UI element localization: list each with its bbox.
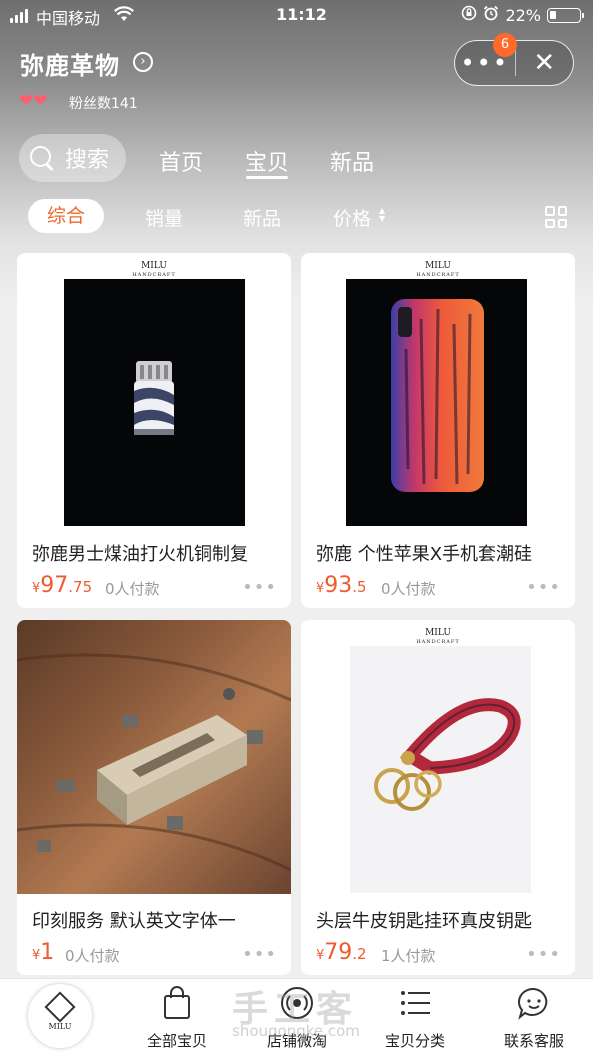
chat-smile-icon [518,987,548,1020]
product-price: ¥93.5 [316,573,367,598]
brand-mark: MILU HANDCRAFT [416,261,460,279]
sold-count: 0人付款 [105,580,160,598]
status-bar: 中国移动 11:12 22% [0,0,593,30]
status-right: 22% [461,5,584,25]
sold-count: 0人付款 [65,947,120,965]
tab-home[interactable]: 首页 [159,145,203,177]
heart-rating-icon: ❤❤ [19,91,48,111]
product-card[interactable]: MILU HANDCRAFT 弥鹿 个性苹果X手机套潮硅 ¥93.5 0人付款 •… [301,253,575,608]
product-card[interactable]: MILU HANDCRAFT 头层牛皮钥匙挂环真皮钥匙 ¥79.2 1人付款 ••… [301,620,575,975]
shop-name[interactable]: 弥鹿革物 [20,46,120,81]
fans-count: 粉丝数141 [69,96,138,112]
more-options-icon[interactable]: ••• [242,577,277,598]
sort-sales[interactable]: 销量 [145,204,183,231]
tab-products[interactable]: 宝贝 [245,145,289,177]
tab-label: 全部宝贝 [146,1032,207,1050]
product-title: 印刻服务 默认英文字体一 [32,911,236,932]
more-options-icon[interactable]: ••• [526,577,561,598]
watermark-url: shougongke.com [232,1022,360,1040]
carrier-label: 中国移动 [36,9,101,28]
signal-icon [10,9,28,23]
active-tab-indicator [246,176,288,179]
product-price: ¥97.75 [32,573,93,598]
battery-percent: 22% [505,5,541,25]
tab-label: 宝贝分类 [384,1032,445,1050]
shop-info-chevron-icon[interactable]: › [133,52,153,72]
search-button[interactable]: 搜索 [19,134,126,182]
product-title: 头层牛皮钥匙挂环真皮钥匙 [316,911,532,932]
status-time: 11:12 [276,5,327,24]
brand-mark: MILU HANDCRAFT [416,628,460,646]
tab-new[interactable]: 新品 [330,145,374,177]
search-icon [29,145,55,171]
product-price: ¥79.2 [316,940,367,965]
product-card[interactable]: MILU HANDCRAFT 弥鹿男士煤油打火机铜制复 ¥97.75 0人付款 •… [17,253,291,608]
battery-level [550,10,556,19]
product-card[interactable]: 印刻服务 默认英文字体一 ¥1 0人付款 ••• [17,620,291,975]
more-options-icon[interactable]: ••• [242,944,277,965]
product-image: MILU HANDCRAFT [301,253,575,527]
list-icon [401,991,430,1015]
logo-text: MILU [48,1022,72,1031]
logo-mark-icon [44,991,76,1023]
sort-new[interactable]: 新品 [243,204,281,231]
product-image: MILU HANDCRAFT [301,620,575,894]
tab-label: 联系客服 [503,1032,564,1050]
alarm-icon [483,5,499,25]
orientation-lock-icon [461,5,477,25]
search-label: 搜索 [65,148,110,173]
product-image: MILU HANDCRAFT [17,253,291,527]
product-title: 弥鹿 个性苹果X手机套潮硅 [316,544,533,565]
product-price: ¥1 [32,940,55,965]
more-options-icon[interactable]: ••• [526,944,561,965]
grid-view-icon[interactable] [545,206,567,228]
sort-arrows-icon: ▲ ▼ [379,206,386,223]
battery-icon [547,7,584,23]
close-button[interactable]: ✕ [515,43,573,83]
brand-mark: MILU HANDCRAFT [132,261,176,279]
product-image [17,620,291,894]
notification-badge: 6 [493,33,517,57]
shop-logo[interactable]: MILU [28,984,92,1048]
sort-default[interactable]: 综合 [28,199,104,233]
sold-count: 0人付款 [381,580,436,598]
sort-price[interactable]: 价格 [333,204,371,231]
wifi-icon [114,6,134,26]
product-title: 弥鹿男士煤油打火机铜制复 [32,544,248,565]
sold-count: 1人付款 [381,947,436,965]
shopping-bag-icon [164,986,190,1019]
